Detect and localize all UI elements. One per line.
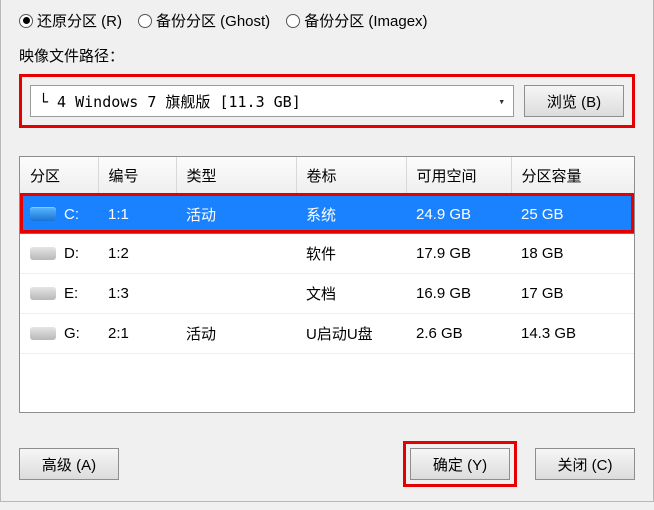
image-path-dropdown-text: └ 4 Windows 7 旗舰版 [11.3 GB] — [39, 91, 301, 112]
radio-imagex-label: 备份分区 (Imagex) — [304, 10, 427, 31]
cell-partition: D: — [64, 245, 79, 262]
cell-capacity: 18 GB — [511, 234, 634, 274]
cell-capacity: 25 GB — [511, 195, 634, 235]
mode-radio-group: 还原分区 (R) 备份分区 (Ghost) 备份分区 (Imagex) — [19, 10, 635, 31]
col-free[interactable]: 可用空间 — [406, 157, 511, 195]
cell-type: 活动 — [176, 314, 296, 354]
dialog-body: 还原分区 (R) 备份分区 (Ghost) 备份分区 (Imagex) 映像文件… — [0, 0, 654, 502]
cell-type — [176, 234, 296, 274]
disk-icon — [30, 326, 56, 340]
radio-restore[interactable]: 还原分区 (R) — [19, 10, 122, 31]
cell-volume: 系统 — [296, 195, 406, 235]
image-path-label: 映像文件路径： — [19, 45, 635, 66]
radio-ghost-label: 备份分区 (Ghost) — [156, 10, 270, 31]
advanced-button[interactable]: 高级 (A) — [19, 448, 119, 480]
ok-button-highlight: 确定 (Y) — [403, 441, 517, 487]
radio-imagex[interactable]: 备份分区 (Imagex) — [286, 10, 427, 31]
radio-dot-icon — [19, 14, 33, 28]
table-row[interactable]: E: 1:3 文档16.9 GB17 GB — [20, 274, 634, 314]
cell-partition: C: — [64, 206, 79, 223]
cell-volume: U启动U盘 — [296, 314, 406, 354]
cell-free: 17.9 GB — [406, 234, 511, 274]
cell-type — [176, 274, 296, 314]
table-header-row: 分区 编号 类型 卷标 可用空间 分区容量 — [20, 157, 634, 195]
cell-volume: 文档 — [296, 274, 406, 314]
disk-icon — [30, 246, 56, 260]
col-number[interactable]: 编号 — [98, 157, 176, 195]
disk-icon — [30, 207, 56, 221]
right-button-group: 确定 (Y) 关闭 (C) — [403, 441, 635, 487]
close-button[interactable]: 关闭 (C) — [535, 448, 635, 480]
cell-volume: 软件 — [296, 234, 406, 274]
cell-partition: G: — [64, 325, 80, 342]
col-volume[interactable]: 卷标 — [296, 157, 406, 195]
cell-free: 16.9 GB — [406, 274, 511, 314]
cell-free: 2.6 GB — [406, 314, 511, 354]
table-empty-space — [20, 354, 634, 412]
image-path-dropdown[interactable]: └ 4 Windows 7 旗舰版 [11.3 GB] ▾ — [30, 85, 514, 117]
cell-number: 1:1 — [98, 195, 176, 235]
cell-capacity: 17 GB — [511, 274, 634, 314]
cell-capacity: 14.3 GB — [511, 314, 634, 354]
col-capacity[interactable]: 分区容量 — [511, 157, 634, 195]
table-row[interactable]: C: 1:1活动系统24.9 GB25 GB — [20, 195, 634, 235]
dialog-button-row: 高级 (A) 确定 (Y) 关闭 (C) — [19, 441, 635, 487]
cell-number: 1:2 — [98, 234, 176, 274]
cell-type: 活动 — [176, 195, 296, 235]
radio-ghost[interactable]: 备份分区 (Ghost) — [138, 10, 270, 31]
radio-dot-icon — [286, 14, 300, 28]
table-row[interactable]: D: 1:2 软件17.9 GB18 GB — [20, 234, 634, 274]
col-partition[interactable]: 分区 — [20, 157, 98, 195]
ok-button[interactable]: 确定 (Y) — [410, 448, 510, 480]
col-type[interactable]: 类型 — [176, 157, 296, 195]
partition-table: 分区 编号 类型 卷标 可用空间 分区容量 C:1:1活动系统24.9 GB25… — [19, 156, 635, 413]
radio-dot-icon — [138, 14, 152, 28]
image-path-highlight: └ 4 Windows 7 旗舰版 [11.3 GB] ▾ 浏览 (B) — [19, 74, 635, 128]
table-row[interactable]: G: 2:1活动U启动U盘2.6 GB14.3 GB — [20, 314, 634, 354]
cell-number: 2:1 — [98, 314, 176, 354]
chevron-down-icon: ▾ — [498, 95, 505, 108]
cell-free: 24.9 GB — [406, 195, 511, 235]
cell-partition: E: — [64, 285, 78, 302]
radio-restore-label: 还原分区 (R) — [37, 10, 122, 31]
cell-number: 1:3 — [98, 274, 176, 314]
browse-button[interactable]: 浏览 (B) — [524, 85, 624, 117]
disk-icon — [30, 286, 56, 300]
